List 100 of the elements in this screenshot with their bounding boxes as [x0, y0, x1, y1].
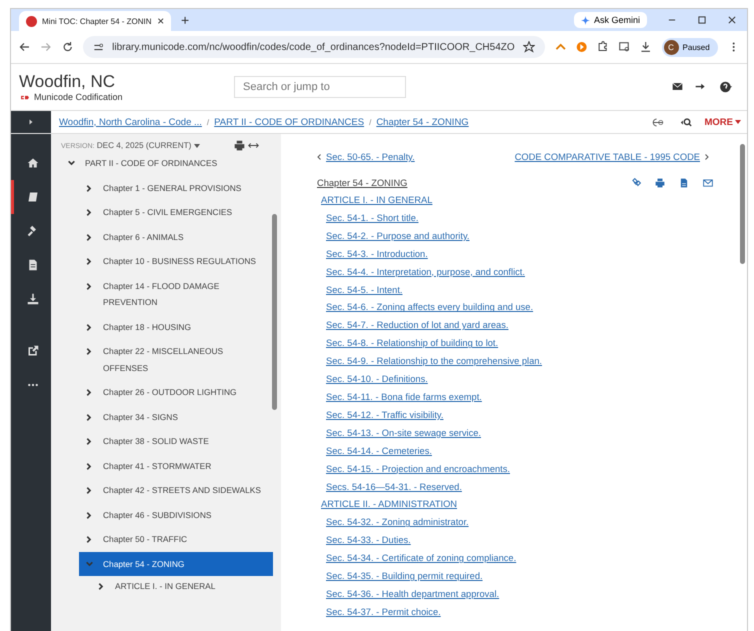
section-link[interactable]: Sec. 54-32. - Zoning administrator.	[326, 517, 469, 528]
tree-item[interactable]: Chapter 6 - ANIMALS	[79, 224, 273, 249]
article-link[interactable]: ARTICLE II. - ADMINISTRATION	[321, 499, 458, 510]
tree-item[interactable]: Chapter 46 - SUBDIVISIONS	[79, 502, 273, 527]
chevron-down-icon[interactable]	[67, 159, 76, 168]
tree-item[interactable]: Chapter 5 - CIVIL EMERGENCIES	[79, 200, 273, 224]
chevron-right-icon[interactable]	[85, 282, 94, 290]
profile-button[interactable]: C Paused	[662, 38, 718, 56]
breadcrumb-link[interactable]: Woodfin, North Carolina - Code ...	[59, 116, 202, 128]
tree-item[interactable]: ARTICLE I. - IN GENERAL	[91, 576, 269, 596]
chevron-right-icon[interactable]	[85, 208, 94, 217]
maximize-icon[interactable]	[697, 15, 707, 25]
tree-item[interactable]: Chapter 14 - FLOOD DAMAGE PREVENTION	[79, 274, 273, 314]
section-link[interactable]: Sec. 54-4. - Interpretation, purpose, and conflict.	[326, 266, 525, 277]
section-link[interactable]: Sec. 54-33. - Duties.	[326, 535, 411, 546]
section-link[interactable]: Sec. 54-11. - Bona fide farms exempt.	[326, 392, 482, 402]
chevron-right-icon[interactable]	[85, 232, 94, 242]
section-link[interactable]: Sec. 54-12. - Traffic visibility.	[326, 410, 444, 420]
breadcrumb-link[interactable]: Chapter 54 - ZONING	[376, 116, 469, 128]
mail-icon[interactable]	[703, 178, 713, 188]
tree-item[interactable]: Chapter 38 - SOLID WASTE	[79, 429, 273, 454]
tree-item[interactable]: PART II - CODE OF ORDINANCES	[61, 151, 281, 176]
chevron-right-icon[interactable]	[85, 388, 94, 397]
close-icon[interactable]	[727, 15, 737, 25]
caret-icon[interactable]	[194, 144, 200, 148]
browser-tab[interactable]: Mini TOC: Chapter 54 - ZONIN	[19, 11, 171, 31]
chevron-right-icon[interactable]	[85, 437, 94, 446]
document-icon[interactable]	[26, 259, 38, 271]
document-icon[interactable]	[679, 178, 689, 188]
tree-item[interactable]: Chapter 18 - HOUSING	[79, 314, 273, 339]
print-icon[interactable]	[234, 140, 245, 151]
previous-link[interactable]: Sec. 50-65. - Penalty.	[326, 152, 415, 162]
section-link[interactable]: Sec. 54-34. - Certificate of zoning compliance.	[326, 553, 516, 564]
gavel-icon[interactable]	[26, 225, 38, 237]
more-menu-button[interactable]: MORE	[704, 116, 741, 128]
download-icon[interactable]	[26, 293, 38, 305]
tree-item[interactable]: Chapter 1 - GENERAL PROVISIONS	[79, 176, 273, 200]
section-link[interactable]: Sec. 54-2. - Purpose and authority.	[326, 230, 470, 241]
mail-icon[interactable]	[672, 81, 683, 92]
external-link-icon[interactable]	[26, 345, 38, 357]
book-icon[interactable]	[26, 191, 38, 203]
section-link[interactable]: Sec. 54-9. - Relationship to the comprehensive plan.	[326, 356, 542, 366]
section-link[interactable]: Sec. 54-36. - Health department approval.	[326, 588, 500, 599]
chevron-right-icon[interactable]	[85, 347, 94, 356]
ask-gemini-button[interactable]: Ask Gemini	[574, 12, 647, 28]
section-link[interactable]: Sec. 54-5. - Intent.	[326, 284, 402, 295]
puzzle-icon[interactable]	[597, 41, 609, 53]
section-link[interactable]: Sec. 54-1. - Short title.	[326, 212, 418, 223]
chevron-right-icon[interactable]	[85, 257, 94, 266]
tree-item[interactable]: Chapter 10 - BUSINESS REGULATIONS	[79, 249, 273, 274]
chevron-right-icon[interactable]	[85, 184, 94, 192]
section-link[interactable]: Sec. 54-6. - Zoning affects every building and use.	[326, 302, 534, 312]
section-link[interactable]: Sec. 54-10. - Definitions.	[326, 374, 428, 384]
print-icon[interactable]	[655, 178, 665, 188]
section-link[interactable]: Sec. 54-14. - Cemeteries.	[326, 446, 432, 456]
search-back-icon[interactable]	[678, 116, 692, 128]
chevron-right-icon[interactable]	[97, 582, 106, 591]
search-field[interactable]: Search or jump to	[234, 76, 406, 98]
section-link[interactable]: Secs. 54-16—54-31. - Reserved.	[326, 482, 462, 492]
screen-search-icon[interactable]	[618, 41, 630, 53]
scrollbar[interactable]	[740, 144, 745, 264]
section-link[interactable]: Sec. 54-8. - Relationship of building to lot.	[326, 338, 498, 348]
tree-item[interactable]: Chapter 34 - SIGNS	[79, 404, 273, 429]
link-icon[interactable]	[631, 178, 641, 188]
section-link[interactable]: Sec. 54-35. - Building permit required.	[326, 571, 483, 582]
sign-in-icon[interactable]	[695, 81, 706, 92]
chevron-right-icon[interactable]	[85, 412, 94, 422]
section-link[interactable]: Sec. 54-7. - Reduction of lot and yard areas.	[326, 320, 508, 330]
chevron-right-icon[interactable]	[85, 510, 94, 520]
tree-item[interactable]: Chapter 41 - STORMWATER	[79, 454, 273, 478]
back-icon[interactable]	[19, 41, 30, 53]
section-link[interactable]: Sec. 54-37. - Permit choice.	[326, 606, 441, 617]
next-link[interactable]: CODE COMPARATIVE TABLE - 1995 CODE	[514, 152, 700, 162]
expand-icon[interactable]	[27, 118, 35, 126]
tree-item[interactable]: Chapter 22 - MISCELLANEOUS OFFENSES	[79, 339, 273, 380]
section-link[interactable]: Sec. 54-13. - On-site sewage service.	[326, 428, 482, 438]
new-tab-button[interactable]: +	[177, 12, 194, 28]
chapter-title-link[interactable]: Chapter 54 - ZONING	[317, 178, 408, 188]
circle-icon[interactable]	[576, 41, 588, 53]
chevron-right-icon[interactable]	[85, 535, 94, 544]
chevron-right-icon[interactable]	[85, 322, 94, 332]
chevron-left-icon[interactable]	[317, 154, 321, 160]
section-link[interactable]: Sec. 54-15. - Projection and encroachments.	[326, 464, 510, 474]
close-icon[interactable]	[156, 17, 164, 25]
article-link[interactable]: ARTICLE I. - IN GENERAL	[321, 195, 432, 205]
star-icon[interactable]	[522, 41, 535, 53]
chevron-right-icon[interactable]	[85, 462, 94, 470]
section-link[interactable]: Sec. 54-3. - Introduction.	[326, 248, 428, 259]
address-bar[interactable]: library.municode.com/nc/woodfin/codes/code_of_ordinances?nodeId=PTIICOOR_CH54ZO	[83, 36, 545, 58]
tree-item[interactable]: Chapter 26 - OUTDOOR LIGHTING	[79, 380, 273, 404]
home-icon[interactable]	[26, 157, 38, 169]
chevron-right-icon[interactable]	[85, 486, 94, 495]
tree-item[interactable]: Chapter 54 - ZONING	[79, 552, 273, 576]
download-icon[interactable]	[640, 41, 652, 53]
tree-item[interactable]: Chapter 42 - STREETS AND SIDEWALKS	[79, 478, 273, 502]
chevron-right-icon[interactable]	[705, 154, 709, 160]
breadcrumb-link[interactable]: PART II - CODE OF ORDINANCES	[214, 116, 364, 128]
scrollbar[interactable]	[272, 214, 277, 410]
reload-icon[interactable]	[62, 41, 74, 53]
tree-item[interactable]: Chapter 50 - TRAFFIC	[79, 527, 273, 552]
